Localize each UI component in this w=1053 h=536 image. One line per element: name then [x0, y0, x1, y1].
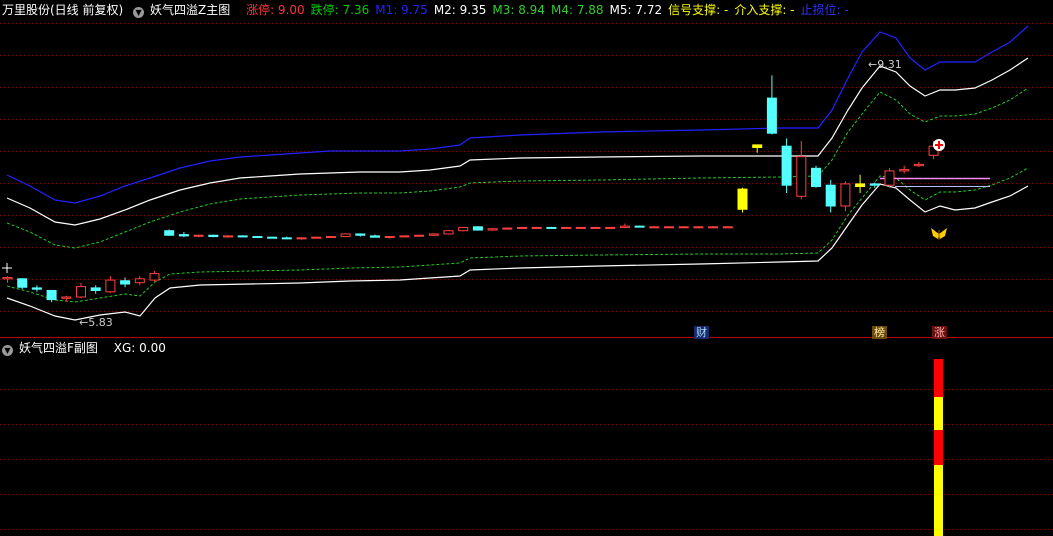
- main-indicator-name[interactable]: ▼ 妖气四溢Z主图: [133, 3, 236, 18]
- indicator-value-8: 介入支撑: -: [734, 3, 795, 17]
- candle: [384, 235, 395, 239]
- candle: [164, 229, 175, 236]
- candle: [884, 168, 895, 188]
- collapse-triangle-icon[interactable]: ▼: [133, 7, 145, 18]
- collapse-triangle-icon[interactable]: ▼: [2, 345, 13, 356]
- candle: [472, 226, 483, 231]
- candle: [340, 233, 351, 238]
- indicator-value-6: M5: 7.72: [609, 3, 663, 17]
- m1-line: [6, 25, 1029, 204]
- candle: [355, 233, 366, 237]
- candle: [90, 285, 101, 294]
- candle: [76, 282, 86, 299]
- candle: [17, 278, 28, 290]
- candle: [737, 187, 748, 213]
- indicator-value-3: M2: 9.35: [433, 3, 487, 17]
- candle: [120, 277, 131, 288]
- candle: [414, 234, 425, 237]
- tag-cai[interactable]: 财: [694, 326, 709, 339]
- candle: [46, 289, 57, 303]
- xg-value: 0.00: [139, 341, 166, 355]
- indicator-values: 涨停: 9.00 跌停: 7.36 M1: 9.75 M2: 9.35 M3: 8.94…: [246, 3, 855, 17]
- sub-chart-header: ▼ 妖气四溢F副图 XG: 0.00: [2, 340, 172, 356]
- candle: [223, 235, 233, 238]
- candle: [546, 226, 557, 229]
- candle: [531, 226, 542, 229]
- candle: [428, 233, 439, 236]
- candle: [208, 234, 219, 238]
- m2-line: [6, 57, 1029, 226]
- candle: [840, 181, 851, 212]
- candle: [649, 226, 660, 229]
- candle: [134, 276, 145, 286]
- candle: [766, 75, 777, 135]
- candle: [443, 230, 454, 235]
- candle: [708, 226, 719, 229]
- candle: [325, 235, 336, 239]
- tag-zhang[interactable]: 涨: [932, 326, 947, 339]
- xg-signal-bar: [934, 359, 943, 397]
- indicator-value-1: 跌停: 7.36: [310, 3, 370, 17]
- candle: [487, 228, 498, 231]
- candle: [605, 226, 616, 229]
- candle: [311, 236, 322, 239]
- indicator-value-5: M4: 7.88: [550, 3, 604, 17]
- candle: [458, 226, 469, 232]
- candle: [105, 276, 116, 294]
- candle: [619, 223, 630, 229]
- chart-canvas: [0, 23, 1053, 536]
- stock-title: 万里股份(日线 前复权): [2, 3, 124, 17]
- tag-bang[interactable]: 榜: [872, 326, 887, 339]
- sub-indicator-name[interactable]: ▼ 妖气四溢F副图: [2, 341, 104, 356]
- candle: [31, 285, 42, 292]
- candle: [811, 165, 821, 188]
- candle: [722, 226, 733, 229]
- candle: [296, 237, 307, 240]
- xg-signal-bar: [934, 430, 943, 465]
- candle: [517, 226, 527, 229]
- candle: [913, 161, 924, 167]
- candle: [678, 226, 689, 229]
- indicator-value-0: 涨停: 9.00: [246, 3, 305, 17]
- xg-signal-bar: [934, 397, 943, 430]
- m4-line: [6, 167, 1029, 303]
- low-price-label: ←5.83: [79, 316, 113, 329]
- high-price-label: ←9.31: [868, 58, 902, 71]
- m3-line: [6, 87, 1029, 249]
- candle: [825, 180, 836, 213]
- indicator-value-2: M1: 9.75: [375, 3, 428, 17]
- candle: [502, 227, 513, 230]
- circle-plus-icon[interactable]: [933, 139, 945, 151]
- candle: [61, 295, 72, 302]
- candle: [664, 226, 674, 229]
- indicator-value-9: 止损位: -: [800, 3, 849, 17]
- candle: [590, 226, 601, 229]
- candle: [237, 235, 248, 238]
- sub-chart-bars: [934, 359, 943, 536]
- candle: [899, 165, 910, 174]
- candle: [252, 235, 263, 239]
- candle: [281, 236, 292, 240]
- main-chart-header: 万里股份(日线 前复权) ▼ 妖气四溢Z主图 涨停: 9.00 跌停: 7.36 M1…: [2, 2, 861, 18]
- xg-label: XG:: [113, 341, 140, 355]
- candle: [561, 226, 572, 229]
- candle: [149, 271, 160, 282]
- candle: [796, 141, 807, 200]
- candle: [178, 232, 189, 238]
- m5-line: [6, 183, 1029, 321]
- candle: [399, 235, 410, 238]
- candle: [781, 138, 792, 193]
- candle: [267, 236, 278, 239]
- candle: [634, 225, 645, 228]
- candle: [370, 234, 380, 238]
- xg-signal-bar: [934, 465, 943, 536]
- candle: [693, 226, 704, 229]
- indicator-value-7: 信号支撑: -: [668, 3, 729, 17]
- candle: [575, 226, 586, 229]
- butterfly-icon: [931, 228, 947, 240]
- candlestick-series: [2, 75, 939, 303]
- candle: [855, 174, 866, 193]
- candle: [193, 234, 204, 238]
- indicator-value-4: M3: 8.94: [492, 3, 545, 17]
